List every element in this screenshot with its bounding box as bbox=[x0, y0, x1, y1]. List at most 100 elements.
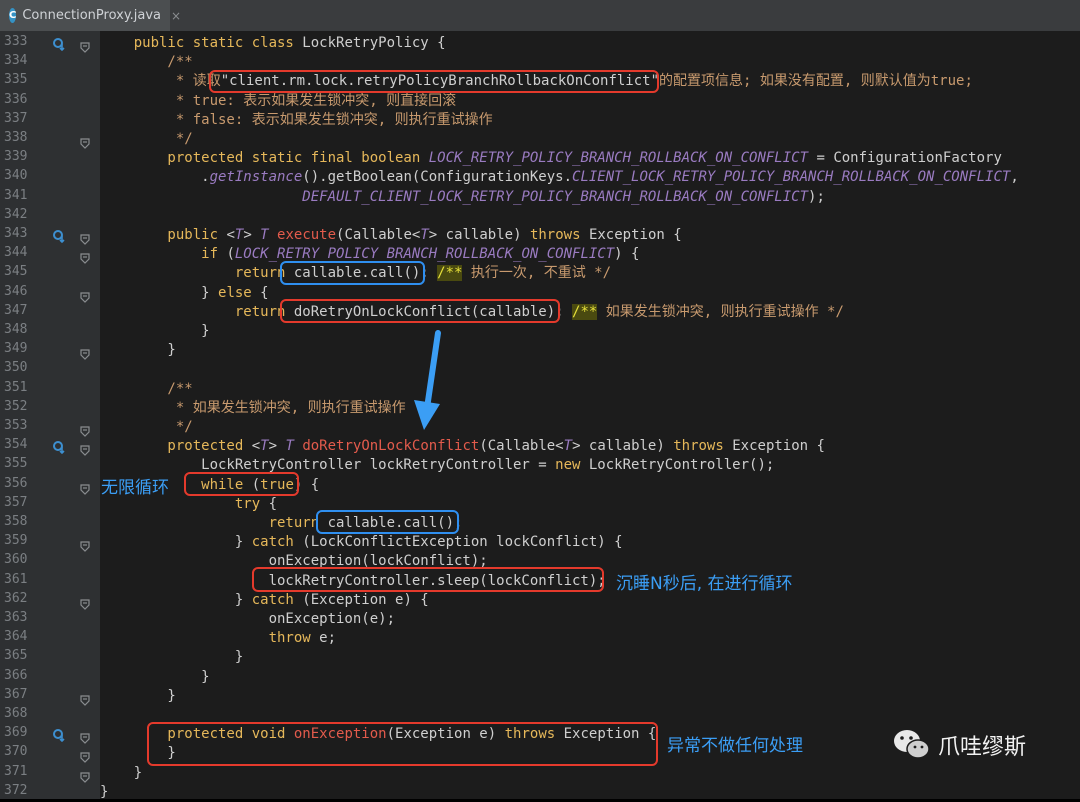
line-number: 364 bbox=[4, 629, 28, 645]
callable-call-highlight-1 bbox=[280, 261, 425, 285]
file-tab[interactable]: C ConnectionProxy.java × bbox=[0, 0, 181, 31]
code-line: /** bbox=[100, 380, 192, 399]
fold-marker-icon[interactable] bbox=[80, 345, 90, 361]
code-token: * false: 表示如果发生锁冲突, 则执行重试操作 bbox=[100, 111, 493, 128]
code-token: } bbox=[100, 783, 109, 800]
line-number: 365 bbox=[4, 648, 28, 664]
line-number: 367 bbox=[4, 686, 28, 702]
fold-marker-icon[interactable] bbox=[80, 748, 90, 764]
line-number: 352 bbox=[4, 398, 28, 414]
code-token: } bbox=[100, 668, 210, 685]
do-retry-call-highlight bbox=[280, 299, 560, 323]
fold-marker-icon[interactable] bbox=[80, 768, 90, 783]
fold-marker-icon[interactable] bbox=[80, 441, 90, 457]
code-line: } bbox=[100, 648, 243, 667]
override-marker-icon[interactable] bbox=[52, 439, 66, 455]
sleep-note: 沉睡N秒后, 在进行循环 bbox=[616, 574, 793, 594]
line-number: 370 bbox=[4, 744, 28, 760]
fold-marker-icon[interactable] bbox=[80, 691, 90, 706]
line-number: 355 bbox=[4, 456, 28, 472]
code-token: * 读取 bbox=[100, 73, 221, 90]
code-token: } bbox=[100, 649, 244, 666]
code-token: 如果发生锁冲突, 则执行重试操作 */ bbox=[597, 303, 844, 320]
line-number: 372 bbox=[4, 782, 28, 798]
fold-marker-icon[interactable] bbox=[80, 230, 90, 245]
code-line: throw e; bbox=[100, 629, 336, 648]
code-line: * 如果发生锁冲突, 则执行重试操作 bbox=[100, 399, 406, 418]
code-line: } catch (Exception e) { bbox=[100, 591, 429, 610]
code-line: } bbox=[100, 322, 209, 341]
code-token: ().getBoolean(ConfigurationKeys. bbox=[302, 169, 573, 186]
code-line: * false: 表示如果发生锁冲突, 则执行重试操作 bbox=[100, 111, 493, 130]
line-number: 353 bbox=[4, 418, 28, 433]
override-marker-icon[interactable] bbox=[52, 228, 66, 244]
flow-arrow bbox=[414, 330, 441, 430]
code-token: } bbox=[100, 534, 252, 551]
code-token: } bbox=[100, 342, 176, 359]
while-true-highlight bbox=[184, 472, 299, 496]
java-class-icon: C bbox=[9, 8, 17, 23]
config-key-highlight bbox=[209, 70, 659, 93]
code-token: } bbox=[100, 764, 143, 781]
code-line: protected <T> T doRetryOnLockConflict(Ca… bbox=[100, 437, 825, 456]
watermark: 爪哇缪斯 bbox=[892, 727, 1026, 763]
fold-marker-icon[interactable] bbox=[80, 729, 90, 745]
code-token: 的配置项信息; 如果没有配置, 则默认值为true; bbox=[659, 73, 973, 90]
fold-marker-icon[interactable] bbox=[80, 288, 90, 303]
callable-call-highlight-2 bbox=[316, 510, 459, 534]
code-token: T bbox=[563, 438, 573, 455]
code-line: } bbox=[100, 764, 142, 783]
code-token: } bbox=[100, 284, 219, 301]
code-token: > bbox=[268, 438, 286, 455]
fold-marker-icon[interactable] bbox=[80, 595, 90, 610]
line-number: 338 bbox=[4, 130, 28, 145]
code-token: onException(e); bbox=[100, 611, 396, 627]
fold-marker-icon[interactable] bbox=[80, 134, 90, 149]
code-token: < bbox=[226, 227, 235, 243]
line-number: 336 bbox=[4, 91, 28, 107]
code-token: < bbox=[251, 438, 261, 455]
override-marker-icon[interactable] bbox=[52, 36, 66, 52]
exception-note: 异常不做任何处理 bbox=[667, 736, 803, 756]
code-token: ) { bbox=[614, 246, 640, 263]
code-line: } else { bbox=[100, 284, 268, 303]
code-token: return bbox=[100, 515, 328, 531]
code-token: throws bbox=[529, 227, 589, 243]
code-token: */ bbox=[100, 131, 193, 147]
fold-marker-icon[interactable] bbox=[80, 480, 90, 495]
code-token: , bbox=[1010, 169, 1019, 186]
fold-marker-icon[interactable] bbox=[80, 38, 90, 53]
code-token: public bbox=[100, 227, 227, 243]
code-token: execute bbox=[277, 227, 337, 243]
line-number: 360 bbox=[4, 552, 28, 568]
override-marker-icon[interactable] bbox=[52, 727, 66, 743]
line-number: 362 bbox=[4, 590, 28, 606]
code-token: > callable) bbox=[572, 438, 674, 455]
line-number: 337 bbox=[4, 110, 28, 126]
line-number: 333 bbox=[4, 34, 28, 49]
code-line: .getInstance().getBoolean(ConfigurationK… bbox=[100, 168, 1019, 187]
code-token: > bbox=[243, 227, 261, 243]
close-icon[interactable]: × bbox=[171, 9, 181, 23]
code-editor[interactable]: public static class LockRetryPolicy { /*… bbox=[100, 31, 1080, 800]
line-number: 343 bbox=[4, 226, 28, 241]
fold-marker-icon[interactable] bbox=[80, 537, 90, 553]
code-token: T bbox=[260, 227, 278, 243]
code-token: */ bbox=[100, 419, 193, 435]
sleep-call-highlight bbox=[252, 567, 604, 592]
fold-marker-icon[interactable] bbox=[80, 422, 90, 437]
code-token: * 如果发生锁冲突, 则执行重试操作 bbox=[100, 399, 406, 416]
line-number: 356 bbox=[4, 475, 28, 491]
code-token: /** bbox=[572, 303, 598, 320]
code-token: return bbox=[100, 303, 294, 320]
fold-marker-icon[interactable] bbox=[80, 249, 90, 265]
code-token: getInstance bbox=[209, 169, 303, 186]
code-token: /** bbox=[437, 265, 463, 282]
code-token: CLIENT_LOCK_RETRY_POLICY_BRANCH_ROLLBACK… bbox=[572, 169, 1011, 186]
code-token: Exception { bbox=[732, 438, 825, 455]
code-token: LOCK_RETRY_POLICY_BRANCH_ROLLBACK_ON_CON… bbox=[234, 246, 615, 263]
code-token: e; bbox=[319, 630, 337, 647]
line-number: 344 bbox=[4, 245, 28, 261]
code-line: */ bbox=[100, 130, 193, 149]
code-token: = ConfigurationFactory bbox=[808, 150, 1002, 167]
